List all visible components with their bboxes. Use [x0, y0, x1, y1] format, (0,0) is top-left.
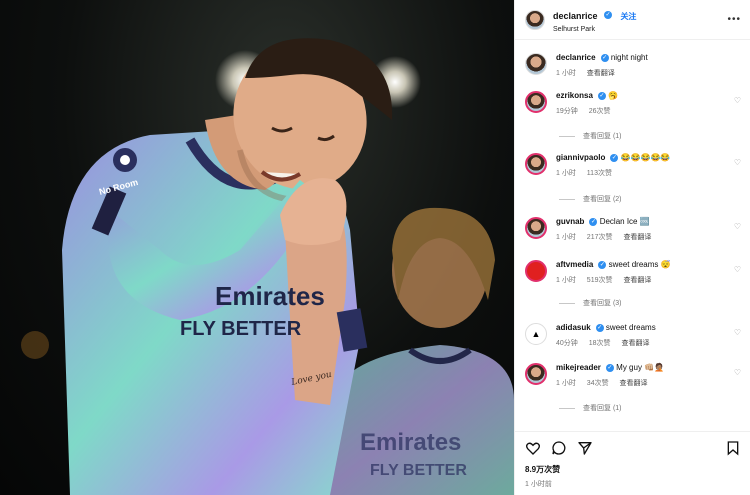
like-count[interactable]: 8.9万次赞 [525, 464, 741, 475]
reply-divider [559, 407, 575, 409]
verified-icon: ✓ [600, 53, 609, 62]
author-username[interactable]: declanrice [553, 11, 598, 21]
background-sponsor-text: Emirates [360, 429, 461, 456]
translate-link[interactable]: 查看翻译 [623, 234, 651, 241]
comment-text: 😂😂😂😂😂 [620, 153, 671, 162]
like-heart-icon[interactable] [525, 440, 541, 456]
comment-item: giannivpaolo ✓ 😂😂😂😂😂 1 小时 113次赞 ♡ [525, 152, 741, 178]
verified-icon: ✓ [597, 91, 606, 100]
reply-divider [559, 135, 575, 137]
like-heart-icon[interactable]: ♡ [734, 158, 741, 167]
verified-icon: ✓ [603, 10, 612, 19]
verified-icon: ✓ [589, 217, 598, 226]
avatar[interactable] [525, 153, 547, 175]
comment-username[interactable]: mikejreader [556, 363, 601, 372]
verified-icon: ✓ [595, 323, 604, 332]
view-replies[interactable]: 查看回复 (1) [559, 131, 622, 141]
follow-button[interactable]: 关注 [620, 12, 636, 21]
view-replies[interactable]: 查看回复 (2) [559, 194, 622, 204]
view-replies[interactable]: 查看回复 (3) [559, 298, 622, 308]
comment-text: sweet dreams 😴 [608, 260, 671, 269]
comment-time: 1 小时 [556, 70, 576, 77]
comment-likes[interactable]: 26次赞 [589, 108, 611, 115]
comment-username[interactable]: aftvmedia [556, 260, 593, 269]
comment-time: 19分钟 [556, 108, 578, 115]
comment-item: ▲ adidasuk ✓ sweet dreams 40分钟 18次赞 查看翻译 … [525, 322, 741, 348]
like-heart-icon[interactable]: ♡ [734, 222, 741, 231]
like-heart-icon[interactable]: ♡ [734, 96, 741, 105]
author-avatar[interactable] [525, 9, 545, 30]
comment-text: Declan Ice 🆒 [599, 217, 650, 226]
comment-username[interactable]: giannivpaolo [556, 153, 605, 162]
avatar[interactable] [525, 260, 547, 282]
comment-text: sweet dreams [605, 323, 656, 332]
photo-illustration: Emirates FLY BETTER No Room Love you Emi… [21, 38, 514, 495]
comment-text: My guy 👊🏼🤦🏽 [616, 363, 665, 372]
avatar[interactable] [525, 53, 547, 75]
comment-username[interactable]: guvnab [556, 217, 584, 226]
translate-link[interactable]: 查看翻译 [587, 70, 615, 77]
reply-divider [559, 302, 575, 304]
verified-icon: ✓ [605, 363, 614, 372]
verified-icon: ✓ [610, 153, 619, 162]
translate-link[interactable]: 查看翻译 [622, 340, 650, 347]
like-heart-icon[interactable]: ♡ [734, 368, 741, 377]
verified-icon: ✓ [598, 260, 607, 269]
comment-text: night night [610, 53, 648, 62]
comment-item: guvnab ✓ Declan Ice 🆒 1 小时 217次赞 查看翻译 ♡ [525, 216, 741, 242]
post-side-panel: declanrice ✓ 关注 Selhurst Park ••• declan… [514, 0, 750, 495]
comment-likes[interactable]: 519次赞 [587, 277, 613, 284]
comment-time: 1 小时 [556, 234, 576, 241]
comment-username[interactable]: declanrice [556, 53, 596, 62]
comment-likes[interactable]: 34次赞 [587, 380, 609, 387]
translate-link[interactable]: 查看翻译 [623, 277, 651, 284]
post-header: declanrice ✓ 关注 Selhurst Park ••• [515, 0, 750, 40]
avatar[interactable] [525, 91, 547, 113]
like-heart-icon[interactable]: ♡ [734, 328, 741, 337]
comment-item: aftvmedia ✓ sweet dreams 😴 1 小时 519次赞 查看翻… [525, 259, 741, 285]
adidas-logo-icon[interactable]: ▲ [525, 323, 547, 345]
comment-text: 🥱 [608, 91, 619, 100]
author-info: declanrice ✓ 关注 Selhurst Park [553, 6, 636, 33]
like-heart-icon[interactable]: ♡ [734, 265, 741, 274]
comment-item: mikejreader ✓ My guy 👊🏼🤦🏽 1 小时 34次赞 查看翻译 … [525, 362, 741, 388]
avatar[interactable] [525, 217, 547, 239]
sponsor-text: Emirates [215, 281, 325, 311]
comment-bubble-icon[interactable] [551, 440, 567, 456]
share-send-icon[interactable] [577, 440, 593, 456]
post-location[interactable]: Selhurst Park [553, 26, 636, 33]
comment-time: 40分钟 [556, 340, 578, 347]
post-photo[interactable]: Emirates FLY BETTER No Room Love you Emi… [0, 0, 514, 495]
bookmark-icon[interactable] [725, 440, 741, 456]
view-replies-label[interactable]: 查看回复 (1) [583, 403, 622, 413]
comments-list[interactable]: declanrice ✓ night night 1 小时 查看翻译 ezriko… [515, 44, 750, 430]
comment-time: 1 小时 [556, 380, 576, 387]
comment-item: ezrikonsa ✓ 🥱 19分钟 26次赞 ♡ [525, 90, 741, 116]
view-replies[interactable]: 查看回复 (1) [559, 403, 622, 413]
more-options-icon[interactable]: ••• [727, 14, 741, 25]
comment-time: 1 小时 [556, 277, 576, 284]
comment-time: 1 小时 [556, 170, 576, 177]
avatar[interactable] [525, 363, 547, 385]
action-icons [525, 438, 741, 458]
view-replies-label[interactable]: 查看回复 (2) [583, 194, 622, 204]
comment-username[interactable]: adidasuk [556, 323, 591, 332]
reply-divider [559, 198, 575, 200]
sponsor-subtext: FLY BETTER [180, 318, 302, 340]
translate-link[interactable]: 查看翻译 [620, 380, 648, 387]
comment-likes[interactable]: 18次赞 [589, 340, 611, 347]
post-actions: 8.9万次赞 1 小时前 [515, 431, 750, 489]
comment-likes[interactable]: 217次赞 [587, 234, 613, 241]
view-replies-label[interactable]: 查看回复 (1) [583, 131, 622, 141]
view-replies-label[interactable]: 查看回复 (3) [583, 298, 622, 308]
caption: declanrice ✓ night night 1 小时 查看翻译 [525, 52, 741, 78]
background-sponsor-subtext: FLY BETTER [370, 462, 467, 479]
post-time: 1 小时前 [525, 481, 552, 488]
comment-username[interactable]: ezrikonsa [556, 91, 593, 100]
comment-likes[interactable]: 113次赞 [587, 170, 612, 177]
stadium-light [21, 331, 49, 359]
